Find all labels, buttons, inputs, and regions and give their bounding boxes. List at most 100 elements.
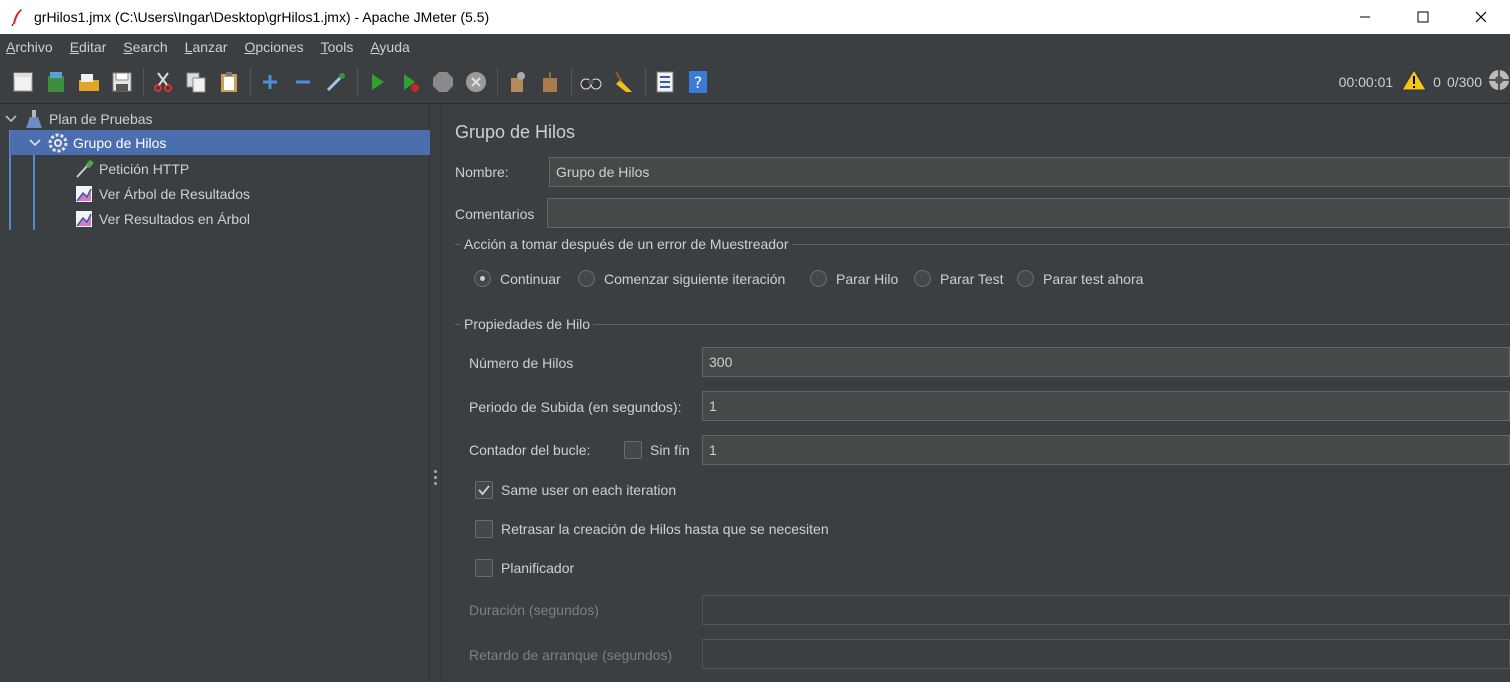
- reset-search-button[interactable]: [610, 68, 638, 96]
- menu-editar[interactable]: Editar: [70, 39, 107, 55]
- cut-button[interactable]: [149, 68, 177, 96]
- jmeter-feather-icon: [0, 8, 34, 26]
- results-tree-listener-icon: [74, 184, 94, 204]
- function-helper-button[interactable]: [651, 68, 679, 96]
- start-no-pauses-button[interactable]: [396, 68, 424, 96]
- help-button[interactable]: ?: [684, 68, 712, 96]
- thread-properties-group-title: Propiedades de Hilo: [461, 316, 594, 332]
- chevron-down-icon[interactable]: [28, 138, 42, 147]
- expand-all-button[interactable]: [256, 68, 284, 96]
- infinite-loop-checkbox[interactable]: Sin fín: [624, 441, 690, 459]
- clear-button[interactable]: [503, 68, 531, 96]
- minimize-button[interactable]: [1336, 0, 1394, 34]
- remote-status-icon: [1488, 69, 1510, 95]
- startup-delay-label: Retardo de arranque (segundos): [469, 647, 673, 663]
- same-user-checkbox[interactable]: Same user on each iteration: [475, 481, 676, 499]
- new-button[interactable]: [9, 68, 37, 96]
- error-action-group-title: Acción a tomar después de un error de Mu…: [461, 236, 792, 252]
- rampup-label: Periodo de Subida (en segundos):: [469, 399, 682, 415]
- tree-item-label: Plan de Pruebas: [49, 110, 153, 127]
- menu-search[interactable]: Search: [123, 39, 167, 55]
- tree-item-ver-resultados-en-arbol[interactable]: Ver Resultados en Árbol: [74, 206, 250, 231]
- radio-parar-hilo[interactable]: Parar Hilo: [810, 270, 898, 287]
- clear-all-broom-icon: [543, 71, 557, 92]
- open-button[interactable]: [75, 68, 103, 96]
- binoculars-icon: [580, 78, 602, 89]
- shutdown-icon: [466, 71, 486, 92]
- chevron-down-icon[interactable]: [4, 114, 18, 123]
- stop-button[interactable]: [429, 68, 457, 96]
- radio-comenzar-siguiente-iteracion[interactable]: Comenzar siguiente iteración: [578, 270, 785, 287]
- menu-tools[interactable]: Tools: [321, 39, 354, 55]
- templates-button[interactable]: [42, 68, 70, 96]
- comments-input[interactable]: [547, 198, 1510, 228]
- results-tree-listener-icon: [74, 209, 94, 229]
- drag-handle-icon[interactable]: [434, 470, 437, 488]
- close-button[interactable]: [1452, 0, 1510, 34]
- radio-continuar[interactable]: Continuar: [474, 270, 561, 287]
- tree-item-grupo-de-hilos[interactable]: Grupo de Hilos: [10, 130, 430, 155]
- split-pane-divider[interactable]: [430, 104, 442, 682]
- duration-input[interactable]: [702, 595, 1510, 625]
- tree-item-label: Grupo de Hilos: [73, 134, 167, 151]
- toggle-button[interactable]: [322, 68, 350, 96]
- radio-parar-test[interactable]: Parar Test: [914, 270, 1004, 287]
- new-document-icon: [13, 72, 33, 91]
- start-button[interactable]: [363, 68, 391, 96]
- warnings-count: 0: [1433, 74, 1441, 90]
- scheduler-checkbox[interactable]: Planificador: [475, 559, 574, 577]
- radio-parar-test-ahora[interactable]: Parar test ahora: [1017, 270, 1143, 287]
- page-title: Grupo de Hilos: [455, 122, 576, 142]
- rampup-input[interactable]: [702, 391, 1510, 421]
- duration-label: Duración (segundos): [469, 602, 599, 618]
- window-title: grHilos1.jmx (C:\Users\Ingar\Desktop\grH…: [34, 9, 490, 25]
- radio-selected-icon[interactable]: [474, 270, 491, 287]
- checkbox-unchecked-icon[interactable]: [475, 520, 493, 538]
- play-icon: [372, 73, 384, 90]
- name-input[interactable]: [549, 157, 1510, 187]
- thread-group-gear-icon: [48, 133, 68, 153]
- menu-ayuda[interactable]: Ayuda: [370, 39, 409, 55]
- threads-input[interactable]: [702, 347, 1510, 377]
- radio-unselected-icon[interactable]: [1017, 270, 1034, 287]
- menu-lanzar[interactable]: Lanzar: [185, 39, 228, 55]
- search-button[interactable]: [577, 68, 605, 96]
- tree-item-peticion-http[interactable]: Petición HTTP: [74, 156, 189, 181]
- checkbox-unchecked-icon[interactable]: [475, 559, 493, 577]
- radio-unselected-icon[interactable]: [914, 270, 931, 287]
- scissors-icon: [154, 71, 172, 92]
- menu-opciones[interactable]: Opciones: [244, 39, 303, 55]
- maximize-button[interactable]: [1394, 0, 1452, 34]
- clear-all-button[interactable]: [536, 68, 564, 96]
- plus-icon: [263, 74, 277, 89]
- thread-group-panel: Grupo de Hilos Nombre: Comentarios Acció…: [442, 104, 1510, 682]
- paste-clipboard-icon: [221, 71, 237, 92]
- comments-label: Comentarios: [455, 206, 535, 222]
- checkbox-unchecked-icon[interactable]: [624, 441, 642, 459]
- active-threads-count: 0/300: [1446, 74, 1482, 90]
- reset-search-broom-icon: [615, 70, 632, 92]
- copy-button[interactable]: [182, 68, 210, 96]
- tree-item-plan-de-pruebas[interactable]: Plan de Pruebas: [4, 106, 430, 131]
- name-label: Nombre:: [455, 164, 509, 180]
- save-button[interactable]: [108, 68, 136, 96]
- tree-item-label: Ver Árbol de Resultados: [99, 185, 250, 202]
- shutdown-button[interactable]: [462, 68, 490, 96]
- close-icon: [1475, 11, 1487, 23]
- toolbar: ? 00:00:01 0 0/300: [0, 60, 1510, 104]
- loop-count-input[interactable]: [702, 435, 1510, 465]
- tree-item-label: Ver Resultados en Árbol: [99, 210, 250, 227]
- collapse-all-button[interactable]: [289, 68, 317, 96]
- startup-delay-input[interactable]: [702, 639, 1510, 669]
- menu-archivo[interactable]: Archivo: [6, 39, 53, 55]
- templates-icon: [48, 71, 64, 92]
- paste-button[interactable]: [215, 68, 243, 96]
- checkbox-checked-icon[interactable]: [475, 481, 493, 499]
- radio-unselected-icon[interactable]: [578, 270, 595, 287]
- tree-item-label: Petición HTTP: [99, 160, 190, 177]
- radio-unselected-icon[interactable]: [810, 270, 827, 287]
- warning-icon[interactable]: [1401, 68, 1428, 96]
- minimize-icon: [1360, 16, 1370, 18]
- delay-thread-creation-checkbox[interactable]: Retrasar la creación de Hilos hasta que …: [475, 520, 829, 538]
- tree-item-ver-arbol-de-resultados[interactable]: Ver Árbol de Resultados: [74, 181, 250, 206]
